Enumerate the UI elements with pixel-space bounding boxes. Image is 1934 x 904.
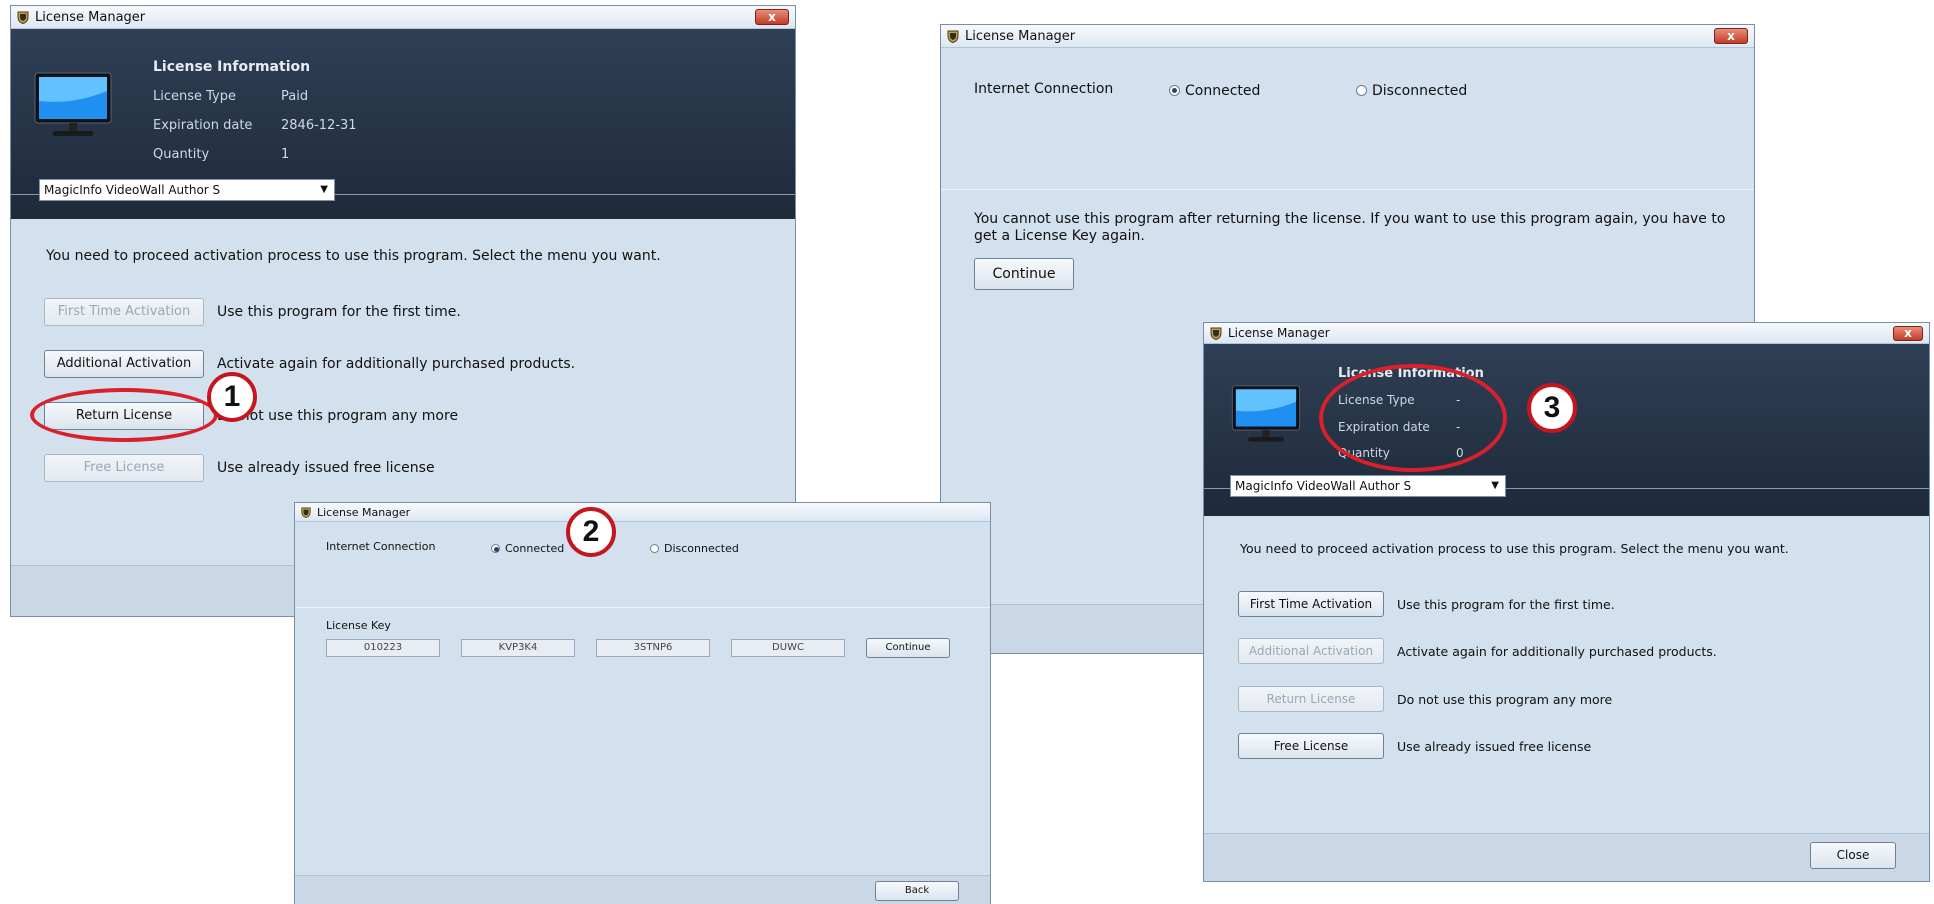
divider (941, 189, 1754, 190)
license-manager-window-key: License Manager Internet Connection Conn… (294, 502, 991, 904)
internet-connection-label: Internet Connection (974, 81, 1114, 97)
license-key-field-4[interactable]: DUWC (731, 639, 845, 657)
return-license-desc: Do not use this program any more (217, 408, 459, 424)
window-title: License Manager (35, 9, 146, 25)
callout-badge-2: 2 (566, 507, 616, 557)
internet-connection-label: Internet Connection (326, 540, 436, 553)
return-license-button[interactable]: Return License (1238, 686, 1384, 712)
radio-disconnected[interactable]: Disconnected (1356, 83, 1467, 99)
chevron-down-icon: ▼ (320, 184, 328, 195)
quantity-label: Quantity (153, 147, 210, 162)
first-time-activation-button[interactable]: First Time Activation (1238, 591, 1384, 617)
callout-ring-license-info (1319, 364, 1507, 472)
app-shield-icon (1210, 327, 1222, 340)
title-bar: License Manager x (1204, 323, 1929, 344)
close-icon: x (1727, 29, 1735, 43)
callout-badge-3: 3 (1527, 383, 1577, 433)
app-shield-icon (947, 30, 959, 43)
first-time-activation-button[interactable]: First Time Activation (44, 298, 204, 326)
expiration-date-label: Expiration date (153, 118, 253, 133)
first-time-activation-desc: Use this program for the first time. (1397, 597, 1615, 612)
callout-ring-return-license (30, 388, 218, 442)
additional-activation-button[interactable]: Additional Activation (44, 350, 204, 378)
quantity-value: 1 (281, 147, 290, 162)
license-type-label: License Type (153, 89, 237, 104)
continue-button[interactable]: Continue (974, 258, 1074, 290)
license-info-panel: License Information License Type - Expir… (1204, 344, 1929, 516)
additional-activation-desc: Activate again for additionally purchase… (217, 356, 576, 372)
radio-disconnected-label: Disconnected (664, 542, 739, 555)
app-shield-icon (301, 507, 311, 518)
callout-badge-1: 1 (207, 372, 257, 422)
radio-selected-icon (1169, 85, 1180, 96)
close-window-button[interactable]: x (1714, 28, 1748, 44)
close-icon: x (1904, 326, 1912, 340)
license-type-value: Paid (281, 89, 309, 104)
window-title: License Manager (965, 28, 1076, 44)
radio-disconnected[interactable]: Disconnected (650, 542, 739, 555)
license-info-title: License Information (153, 59, 311, 75)
radio-disconnected-label: Disconnected (1372, 83, 1468, 99)
activation-instruction: You need to proceed activation process t… (46, 248, 661, 264)
license-info-panel: License Information License Type Paid Ex… (11, 29, 795, 219)
license-key-label: License Key (326, 619, 391, 632)
monitor-icon (1231, 385, 1301, 442)
close-icon: x (768, 10, 776, 24)
product-select-value: MagicInfo VideoWall Author S (44, 183, 221, 197)
return-warning-message: You cannot use this program after return… (974, 211, 1726, 244)
close-window-button[interactable]: x (1893, 326, 1923, 341)
close-window-button[interactable]: x (755, 9, 789, 25)
divider (295, 607, 990, 608)
title-bar: License Manager x (11, 6, 795, 29)
close-button[interactable]: Close (1810, 842, 1896, 869)
license-key-field-2[interactable]: KVP3K4 (461, 639, 575, 657)
free-license-button[interactable]: Free License (1238, 733, 1384, 759)
window-title: License Manager (1228, 326, 1330, 340)
product-select[interactable]: MagicInfo VideoWall Author S ▼ (39, 179, 335, 201)
radio-connected-label: Connected (1185, 83, 1261, 99)
monitor-icon (34, 72, 112, 136)
free-license-button[interactable]: Free License (44, 454, 204, 482)
additional-activation-desc: Activate again for additionally purchase… (1397, 644, 1717, 659)
radio-unselected-icon (650, 544, 659, 553)
radio-connected-label: Connected (505, 542, 565, 555)
radio-unselected-icon (1356, 85, 1367, 96)
activation-instruction: You need to proceed activation process t… (1240, 541, 1789, 556)
license-key-field-1[interactable]: 010223 (326, 639, 440, 657)
license-key-field-3[interactable]: 3STNP6 (596, 639, 710, 657)
free-license-desc: Use already issued free license (217, 460, 435, 476)
free-license-desc: Use already issued free license (1397, 739, 1592, 754)
chevron-down-icon: ▼ (1491, 480, 1499, 491)
app-shield-icon (17, 11, 29, 24)
title-bar: License Manager x (941, 25, 1754, 48)
expiration-date-value: 2846-12-31 (281, 118, 357, 133)
product-select-value: MagicInfo VideoWall Author S (1235, 479, 1412, 493)
continue-button[interactable]: Continue (866, 638, 950, 658)
product-select[interactable]: MagicInfo VideoWall Author S ▼ (1230, 475, 1506, 497)
additional-activation-button[interactable]: Additional Activation (1238, 638, 1384, 664)
radio-connected[interactable]: Connected (491, 542, 564, 555)
radio-connected[interactable]: Connected (1169, 83, 1260, 99)
first-time-activation-desc: Use this program for the first time. (217, 304, 461, 320)
window-title: License Manager (317, 505, 411, 519)
title-bar: License Manager (295, 503, 990, 522)
back-button[interactable]: Back (875, 881, 959, 901)
radio-selected-icon (491, 544, 500, 553)
return-license-desc: Do not use this program any more (1397, 692, 1613, 707)
